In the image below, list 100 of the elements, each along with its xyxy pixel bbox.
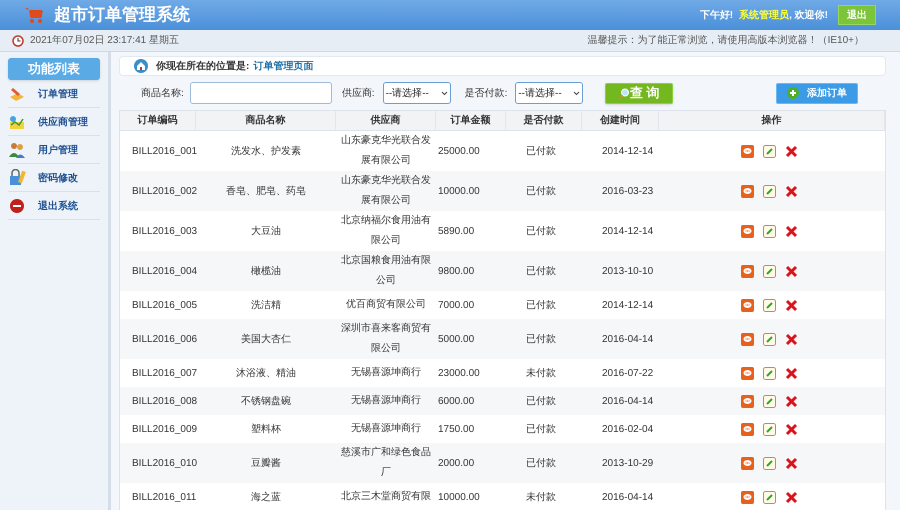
payment-status-select[interactable]: --请选择-- — [515, 82, 584, 104]
column-header[interactable]: 是否付款 — [506, 111, 582, 130]
edit-icon[interactable] — [763, 224, 776, 238]
table-cell-text: BILL2016_007 — [132, 366, 198, 380]
delete-icon[interactable] — [785, 490, 798, 504]
table-cell-text: 10000.00 — [438, 490, 480, 504]
column-header[interactable]: 订单金额 — [436, 111, 506, 130]
edit-icon[interactable] — [763, 366, 776, 380]
sidebar-item[interactable]: 供应商管理 — [8, 109, 100, 136]
sidebar-item[interactable]: 订单管理 — [8, 81, 100, 108]
table-cell-text: 北京三木堂商贸有限 — [341, 490, 431, 504]
user-icon — [8, 141, 26, 159]
delete-icon[interactable] — [785, 184, 798, 198]
delete-icon[interactable] — [785, 144, 798, 158]
view-icon[interactable] — [741, 144, 754, 158]
clock-icon — [12, 34, 24, 46]
sidebar-item[interactable]: 用户管理 — [8, 137, 100, 164]
column-header[interactable]: 操作 — [659, 111, 885, 130]
payment-status-label: 是否付款: — [464, 86, 508, 100]
table-cell-text: 2014-12-14 — [602, 144, 654, 158]
edit-icon[interactable] — [763, 490, 776, 504]
table-cell-text: 山东豪克华光联合发展有限公司 — [341, 134, 431, 168]
sidebar-item[interactable]: 退出系统 — [8, 193, 100, 220]
delete-icon[interactable] — [785, 332, 798, 346]
view-icon[interactable] — [741, 224, 754, 238]
view-icon[interactable] — [741, 298, 754, 312]
breadcrumb-label: 你现在所在的位置是: — [156, 60, 250, 74]
cart-icon — [24, 6, 44, 24]
table-cell-text: 已付款 — [526, 144, 556, 158]
view-icon[interactable] — [741, 456, 754, 470]
edit-icon[interactable] — [763, 394, 776, 408]
table-cell-text: 25000.00 — [438, 144, 480, 158]
column-header[interactable]: 订单编码 — [120, 111, 196, 130]
table-cell-text: 豆瓣酱 — [251, 456, 281, 470]
table-cell-text: 2016-04-14 — [602, 332, 654, 346]
table-cell-text: 洗洁精 — [251, 298, 281, 312]
view-icon[interactable] — [741, 394, 754, 408]
view-icon[interactable] — [741, 264, 754, 278]
table-cell-text: 2016-04-14 — [602, 490, 654, 504]
table-cell-text: 已付款 — [526, 332, 556, 346]
table-cell-text: 2013-10-10 — [602, 264, 654, 278]
product-name-field[interactable] — [190, 82, 332, 104]
provider-select[interactable]: --请选择-- — [382, 82, 451, 104]
table-cell-text: 已付款 — [526, 264, 556, 278]
table-cell-text: 北京国粮食用油有限公司 — [341, 254, 431, 288]
edit-icon[interactable] — [763, 332, 776, 346]
provider-label: 供应商: — [342, 86, 375, 100]
table-cell-text: 大豆油 — [251, 224, 281, 238]
delete-icon[interactable] — [785, 366, 798, 380]
table-cell-text: 2016-03-23 — [602, 184, 654, 198]
table-cell-text: BILL2016_003 — [132, 224, 198, 238]
edit-icon[interactable] — [763, 456, 776, 470]
table-cell-text: 无锡喜源坤商行 — [350, 366, 422, 380]
table-cell-text: 无锡喜源坤商行 — [350, 422, 422, 436]
edit-icon[interactable] — [763, 422, 776, 436]
table-cell-text: 已付款 — [526, 298, 556, 312]
delete-icon[interactable] — [785, 456, 798, 470]
edit-icon[interactable] — [763, 144, 776, 158]
table-cell-text: 已付款 — [526, 456, 556, 470]
table-cell-text: 2014-12-14 — [602, 298, 654, 312]
delete-icon[interactable] — [785, 298, 798, 312]
delete-icon[interactable] — [785, 264, 798, 278]
table-cell-text: 2000.00 — [438, 456, 474, 470]
delete-icon[interactable] — [785, 394, 798, 408]
column-header[interactable]: 供应商 — [336, 111, 436, 130]
table-cell-text: 23000.00 — [438, 366, 480, 380]
view-icon[interactable] — [741, 332, 754, 346]
chevron-icon — [440, 90, 448, 96]
table-cell-text: 5890.00 — [438, 224, 474, 238]
table-cell-text: 无锡喜源坤商行 — [350, 394, 422, 408]
table-cell-text: BILL2016_001 — [132, 144, 198, 158]
breadcrumb-link[interactable]: 订单管理页面 — [253, 58, 314, 74]
edit-icon[interactable] — [763, 184, 776, 198]
delete-icon[interactable] — [785, 422, 798, 436]
table-cell-text: 深圳市喜来客商贸有限公司 — [341, 322, 431, 356]
view-icon[interactable] — [741, 422, 754, 436]
view-icon[interactable] — [741, 490, 754, 504]
plus-icon — [787, 87, 799, 99]
edit-icon[interactable] — [763, 264, 776, 278]
table-cell-text: BILL2016_008 — [132, 394, 198, 408]
browser-tip-text: 温馨提示：为了能正常浏览，请使用高版本浏览器！（IE10+） — [588, 34, 864, 48]
table-cell-text: 2016-04-14 — [602, 394, 654, 408]
view-icon[interactable] — [741, 366, 754, 380]
sidebar-item[interactable]: 密码修改 — [8, 165, 100, 192]
view-icon[interactable] — [741, 184, 754, 198]
table-cell-text: 沐浴液、精油 — [236, 366, 296, 380]
table-cell-text: 洗发水、护发素 — [231, 144, 301, 158]
table-cell-text: BILL2016_005 — [132, 298, 198, 312]
table-cell-text: 6000.00 — [438, 394, 474, 408]
table-cell-text: 9800.00 — [438, 264, 474, 278]
edit-icon[interactable] — [763, 298, 776, 312]
delete-icon[interactable] — [785, 224, 798, 238]
column-header[interactable]: 创建时间 — [582, 111, 659, 130]
chevron-icon — [573, 90, 580, 96]
user-name: 系统管理员 — [739, 8, 790, 22]
table-cell-text: BILL2016_002 — [132, 184, 198, 198]
column-header[interactable]: 商品名称 — [196, 111, 336, 130]
sidebar-title: 功能列表 — [8, 58, 100, 80]
date-time-text: 2021年07月02日 23:17:41 星期五 — [30, 34, 179, 48]
table-cell-text: 已付款 — [526, 394, 556, 408]
